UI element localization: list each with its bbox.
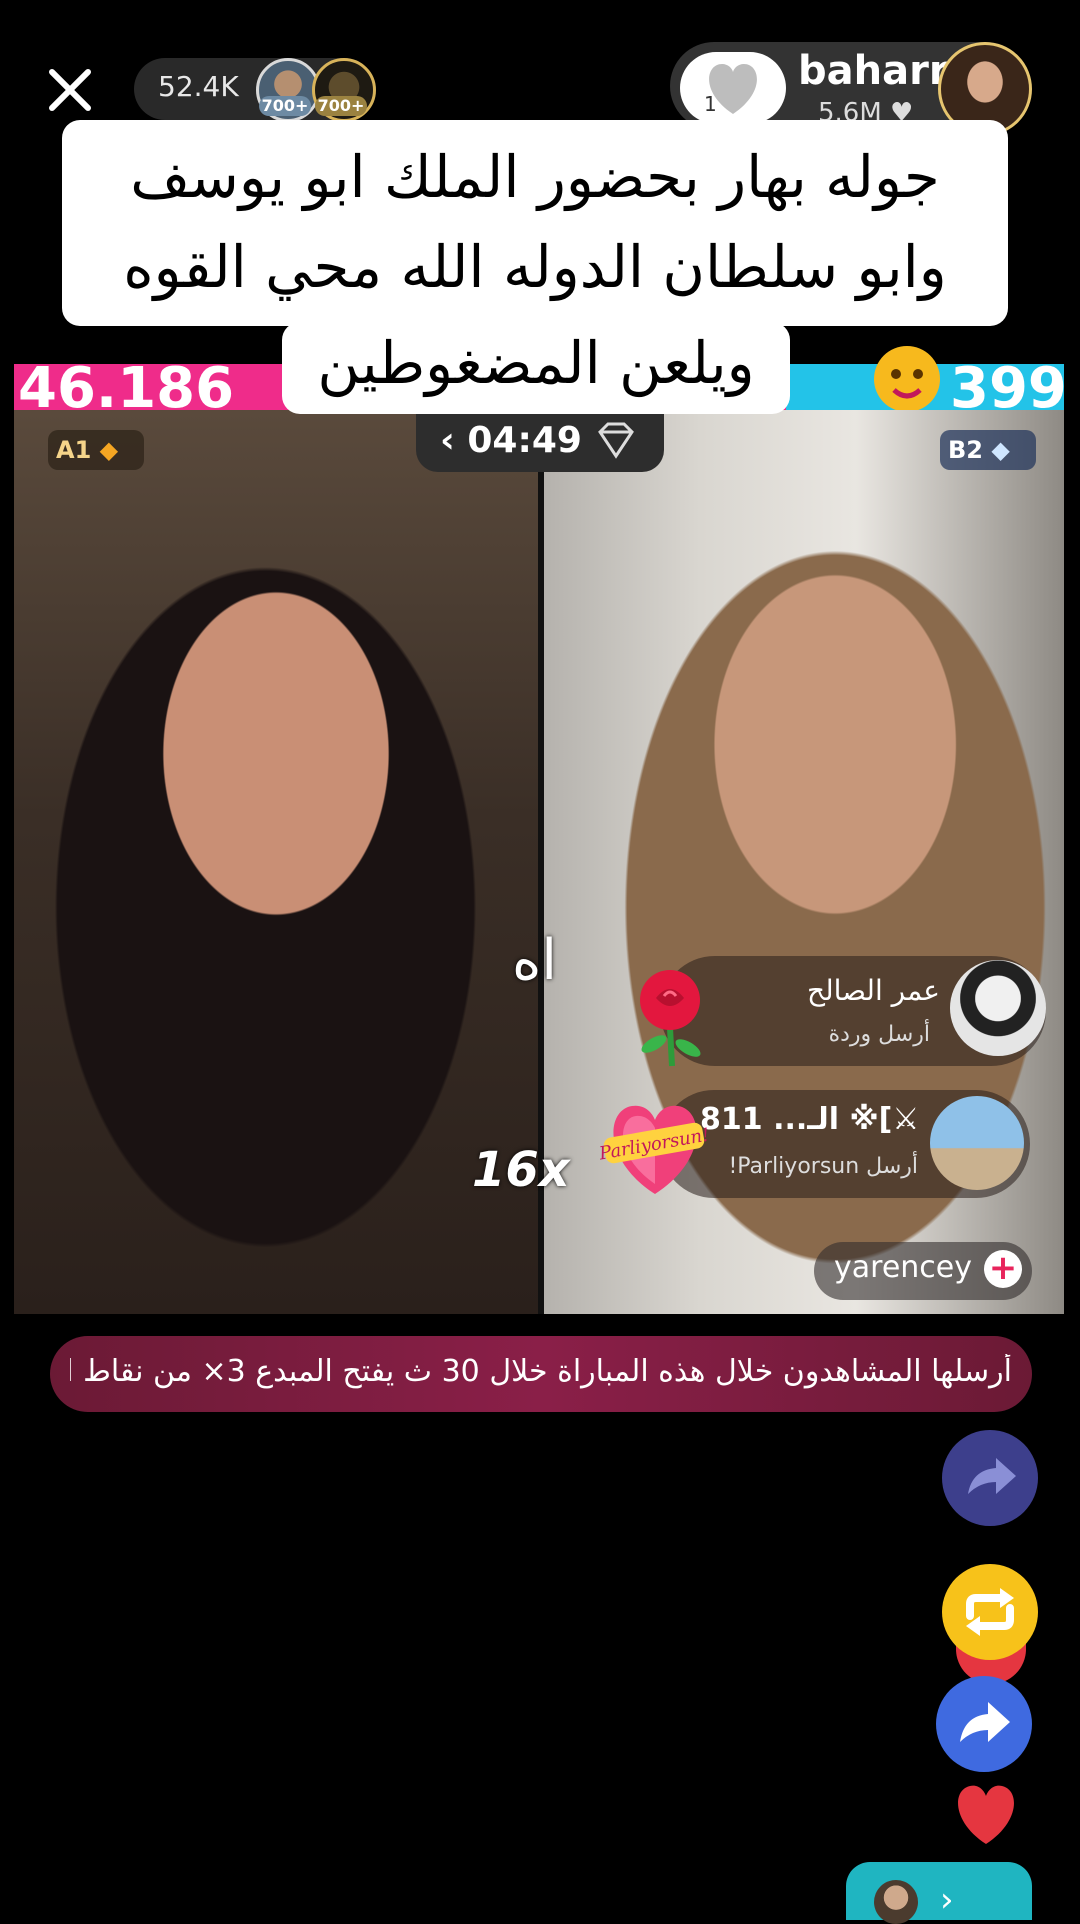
host-name[interactable]: baharr — [798, 48, 949, 94]
team-b-badge: B2 ◆ — [940, 430, 1036, 470]
host-like-count: 1 — [704, 92, 717, 116]
heart-icon — [958, 1785, 1014, 1844]
gem-icon: ◆ — [91, 436, 119, 464]
follow-username: yarencey — [834, 1250, 972, 1285]
gift-combo-count: 16x — [472, 1142, 570, 1198]
forward-button[interactable] — [936, 1676, 1032, 1772]
sender-avatar[interactable] — [950, 960, 1046, 1056]
like-button[interactable] — [948, 1778, 1024, 1848]
next-live-avatar — [874, 1880, 918, 1924]
banner-text: أرسلها المشاهدون خلال هذه المباراة خلال … — [70, 1354, 1012, 1389]
team-a-badge: A1 ◆ — [48, 430, 144, 470]
repost-button[interactable] — [942, 1564, 1038, 1660]
team-b-label: B2 — [948, 436, 983, 464]
parliyorsun-heart-icon: Parliyorsun! — [596, 1090, 714, 1202]
chevron-left-icon: ‹ — [440, 420, 468, 461]
gem-icon: ◆ — [983, 436, 1010, 464]
follow-plus-button[interactable]: + — [984, 1250, 1022, 1288]
gift-action: أرسل وردة — [828, 1022, 930, 1047]
rose-icon — [620, 958, 720, 1068]
caption-line: ويلعن المضغوطين — [317, 329, 755, 397]
caption-line: جوله بهار بحضور الملك ابو يوسف — [130, 143, 940, 211]
share-icon — [968, 1458, 1016, 1494]
repost-icon — [966, 1588, 1014, 1636]
viewer-badge: 700+ — [315, 96, 367, 116]
heart-icon — [709, 64, 757, 114]
share-button[interactable] — [942, 1430, 1038, 1526]
diamond-icon — [594, 420, 638, 460]
viewer-badge: 700+ — [259, 96, 311, 116]
gift-action: أرسل Parliyorsun! — [728, 1154, 918, 1179]
close-button[interactable] — [40, 60, 100, 120]
viewer-count: 52.4K — [158, 70, 239, 103]
caption-line: وابو سلطان الدوله الله محي القوه — [123, 233, 947, 301]
next-live-pill[interactable] — [846, 1862, 1032, 1920]
team-a-label: A1 — [56, 436, 92, 464]
timer-text: ‹ 04:49 — [440, 420, 582, 461]
forward-icon — [960, 1702, 1010, 1742]
sender-avatar[interactable] — [930, 1096, 1024, 1190]
chevron-right-icon: › — [940, 1880, 954, 1920]
emoji-icon — [874, 346, 940, 412]
sender-name: الـ... 811 ※[⚔ — [700, 1102, 920, 1137]
overlay-sound-text: اه — [512, 928, 557, 993]
host-like-button[interactable] — [680, 52, 786, 124]
sender-name: عمر الصالح — [807, 974, 940, 1007]
close-icon — [49, 69, 91, 111]
timer-value: 04:49 — [467, 420, 582, 461]
video-left-host[interactable] — [14, 410, 538, 1314]
